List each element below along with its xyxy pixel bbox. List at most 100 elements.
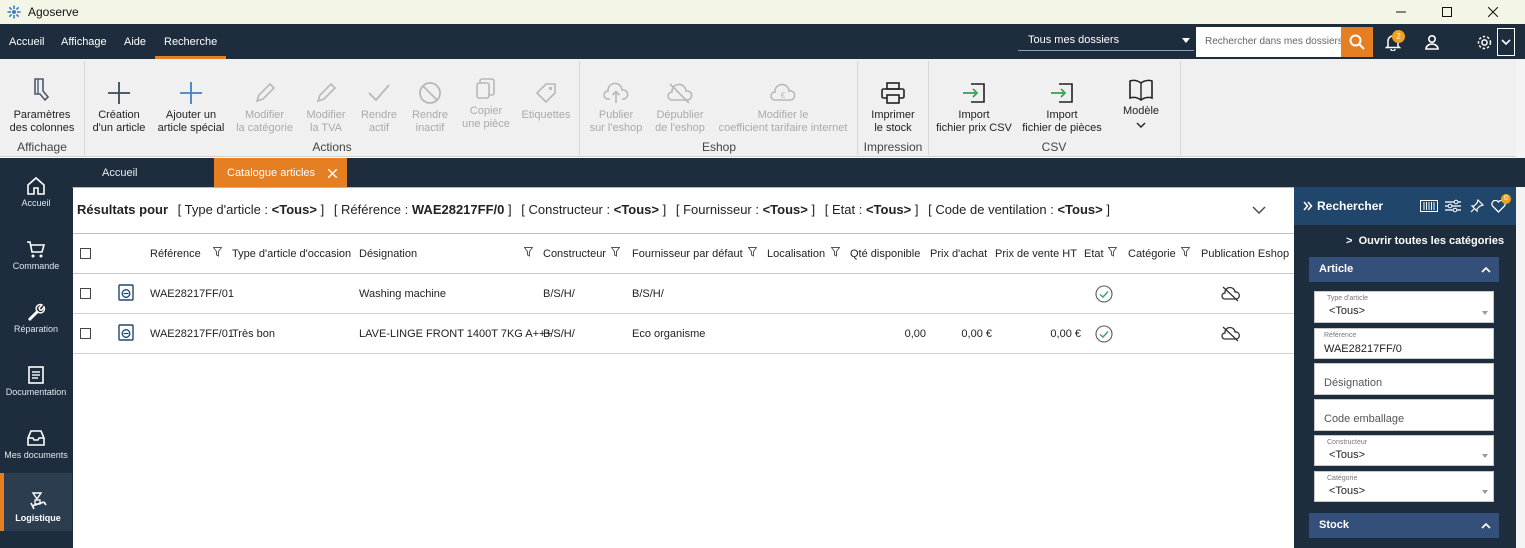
plus-icon — [108, 82, 130, 104]
filter-icon[interactable] — [831, 247, 840, 257]
col-prix-achat[interactable]: Prix d'achat — [930, 248, 987, 260]
double-chevron-right-icon[interactable] — [1303, 201, 1313, 211]
col-publication-eshop[interactable]: Publication Eshop — [1201, 248, 1289, 260]
cell-reference: WAE28217FF/01 — [150, 328, 234, 340]
chevron-down-icon[interactable] — [1252, 206, 1266, 215]
ribbon-separator — [1180, 61, 1181, 155]
gear-icon — [1477, 35, 1491, 49]
menu-affichage[interactable]: Affichage — [61, 24, 107, 59]
select-all-checkbox[interactable] — [80, 248, 91, 259]
ribbon-separator — [579, 61, 580, 155]
unpublish-eshop-button[interactable]: Dépublier de l'eshop — [651, 75, 709, 135]
filter-icon[interactable] — [524, 247, 533, 257]
modify-tva-button[interactable]: Modifier la TVA — [300, 75, 352, 135]
col-designation[interactable]: Désignation — [359, 248, 417, 260]
filter-icon[interactable] — [1181, 247, 1190, 257]
designation-field[interactable]: Désignation — [1314, 363, 1494, 395]
nav-accueil[interactable]: Accueil — [0, 172, 72, 232]
col-qte-disponible[interactable]: Qté disponible — [850, 248, 920, 260]
chevron-down-icon — [1182, 38, 1190, 43]
menu-recherche[interactable]: Recherche — [155, 24, 227, 59]
unpublish-eshop-label: Dépublier de l'eshop — [655, 109, 705, 134]
print-stock-button[interactable]: Imprimer le stock — [863, 75, 923, 135]
settings-button[interactable] — [1471, 29, 1497, 55]
col-reference[interactable]: Référence — [150, 248, 201, 260]
cell-prix-achat: 0,00 € — [961, 328, 992, 340]
tag-icon — [535, 83, 556, 104]
user-button[interactable] — [1419, 29, 1445, 55]
filter-icon[interactable] — [213, 247, 222, 257]
filter-icon[interactable] — [748, 247, 757, 257]
open-all-categories-link[interactable]: > Ouvrir toutes les catégories — [1346, 235, 1504, 247]
tab-catalogue-articles[interactable]: Catalogue articles — [214, 158, 347, 187]
sliders-icon[interactable] — [1445, 199, 1461, 213]
close-icon[interactable] — [328, 169, 337, 178]
global-search-input[interactable]: Rechercher dans mes dossiers — [1196, 27, 1341, 57]
labels-button[interactable]: Etiquettes — [518, 75, 574, 122]
nav-documentation[interactable]: Documentation — [0, 361, 72, 421]
plus-icon — [180, 82, 202, 104]
add-special-article-label: Ajouter un article spécial — [157, 109, 225, 134]
make-inactive-button[interactable]: Rendre inactif — [406, 75, 454, 135]
modify-coefficient-button[interactable]: € Modifier le coefficient tarifaire inte… — [713, 75, 853, 135]
menu-aide[interactable]: Aide — [124, 24, 146, 59]
minimize-button[interactable] — [1378, 0, 1424, 24]
import-price-csv-button[interactable]: Import fichier prix CSV — [934, 75, 1014, 135]
barcode-icon[interactable] — [1420, 200, 1438, 212]
column-settings-button[interactable]: Paramètres des colonnes — [8, 75, 76, 135]
search-button[interactable] — [1341, 27, 1373, 57]
maximize-button[interactable] — [1424, 0, 1470, 24]
pin-icon[interactable] — [1470, 199, 1484, 213]
type-article-select[interactable]: Type d'article <Tous> — [1314, 291, 1494, 323]
nav-reparation[interactable]: Réparation — [0, 298, 72, 358]
nav-commande[interactable]: Commande — [0, 235, 72, 295]
group-csv-label: CSV — [1041, 140, 1067, 154]
modify-category-button[interactable]: Modifier la catégorie — [232, 75, 297, 135]
table-row[interactable]: WAE28217FF/01 Très bon LAVE-LINGE FRONT … — [73, 314, 1295, 354]
row-checkbox[interactable] — [80, 288, 91, 299]
printer-icon — [881, 82, 905, 104]
section-stock[interactable]: Stock — [1309, 513, 1499, 538]
col-categorie[interactable]: Catégorie — [1128, 248, 1176, 260]
cell-prix-vente: 0,00 € — [1050, 328, 1081, 340]
col-constructeur[interactable]: Constructeur — [543, 248, 606, 260]
account-dropdown-button[interactable] — [1497, 28, 1515, 56]
wrench-icon — [27, 303, 46, 322]
section-article[interactable]: Article — [1309, 257, 1499, 282]
type-article-value: <Tous> — [1329, 305, 1366, 317]
copy-piece-button[interactable]: Copier une pièce — [458, 71, 514, 131]
categorie-select[interactable]: Catégorie <Tous> — [1314, 471, 1494, 502]
import-pieces-button[interactable]: Import fichier de pièces — [1019, 75, 1105, 135]
code-emballage-placeholder: Code emballage — [1324, 413, 1405, 425]
nav-logistique[interactable]: Logistique — [0, 473, 72, 531]
menu-accueil[interactable]: Accueil — [9, 24, 44, 59]
dossier-select[interactable]: Tous mes dossiers — [1018, 30, 1194, 51]
check-icon — [1095, 285, 1113, 303]
search-panel-header: Rechercher 0 — [1294, 187, 1516, 225]
reference-field[interactable]: Référence WAE28217FF/0 — [1314, 328, 1494, 359]
model-dropdown-button[interactable]: Modèle — [1116, 73, 1166, 129]
filter-icon[interactable] — [611, 247, 620, 257]
col-prix-vente[interactable]: Prix de vente HT — [995, 248, 1077, 260]
code-emballage-field[interactable]: Code emballage — [1314, 399, 1494, 431]
col-etat[interactable]: Etat — [1084, 248, 1104, 260]
add-special-article-button[interactable]: Ajouter un article spécial — [155, 75, 227, 135]
col-localisation[interactable]: Localisation — [767, 248, 825, 260]
check-icon — [1095, 325, 1113, 343]
dropdown-arrow-icon — [1482, 454, 1488, 458]
categorie-value: <Tous> — [1329, 485, 1366, 497]
make-active-button[interactable]: Rendre actif — [355, 75, 403, 135]
row-checkbox[interactable] — [80, 328, 91, 339]
create-article-button[interactable]: Création d'un article — [88, 75, 150, 135]
filter-icon[interactable] — [1108, 247, 1117, 257]
column-settings-icon — [34, 78, 50, 102]
tab-accueil[interactable]: Accueil — [102, 158, 137, 187]
close-window-button[interactable] — [1470, 0, 1516, 24]
catalog-content: Résultats pour [ Type d'article : <Tous>… — [72, 187, 1295, 548]
publish-eshop-button[interactable]: Publier sur l'eshop — [586, 75, 646, 135]
tab-strip: Accueil Catalogue articles — [72, 158, 1525, 187]
col-type-occasion[interactable]: Type d'article d'occasion — [232, 248, 351, 260]
table-row[interactable]: WAE28217FF/01 Washing machine B/S/H/ B/S… — [73, 274, 1295, 314]
constructeur-select[interactable]: Constructeur <Tous> — [1314, 435, 1494, 466]
col-fournisseur[interactable]: Fournisseur par défaut — [632, 248, 743, 260]
